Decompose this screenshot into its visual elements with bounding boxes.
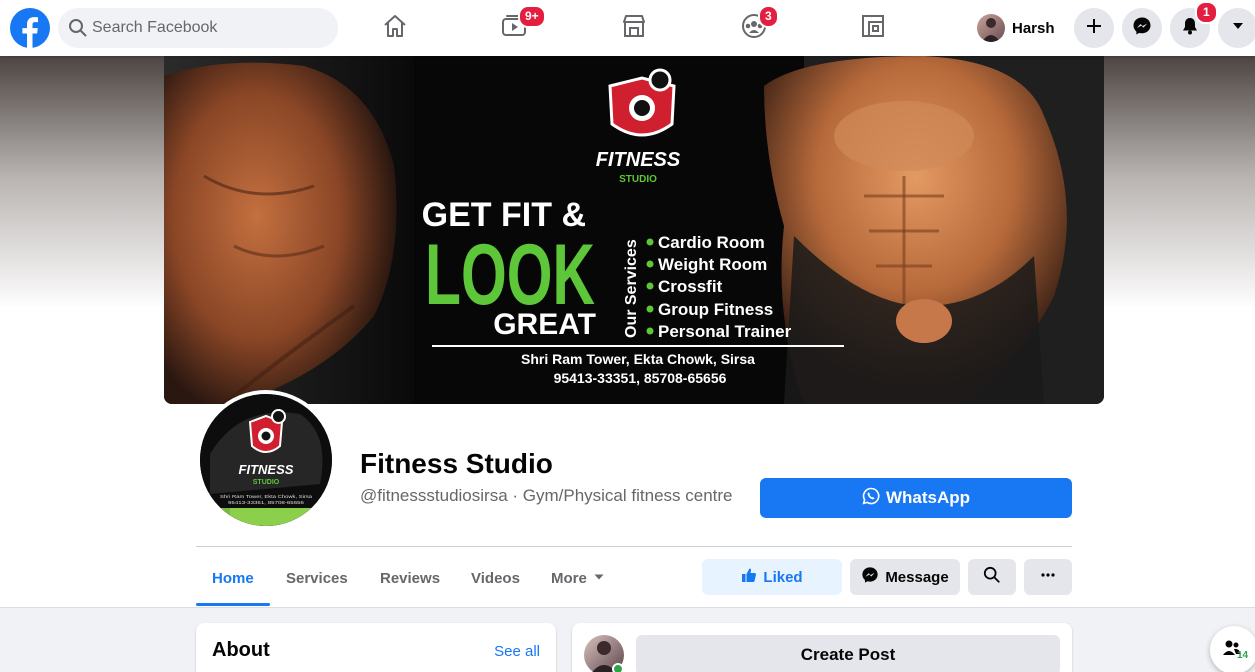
- page-profile-picture[interactable]: FITNESS STUDIO Shri Ram Tower, Ekta Chow…: [196, 390, 336, 530]
- cover-service-item: Cardio Room: [658, 233, 765, 252]
- create-post-card: Create Post: [572, 623, 1072, 672]
- plus-icon: [1084, 16, 1104, 41]
- facebook-logo-icon[interactable]: [10, 8, 50, 48]
- home-icon: [381, 12, 409, 45]
- tab-reviews[interactable]: Reviews: [380, 560, 440, 596]
- see-all-link[interactable]: See all: [494, 643, 540, 660]
- active-tab-indicator: [196, 603, 270, 606]
- page-subtitle: @fitnessstudiosirsa · Gym/Physical fitne…: [360, 486, 733, 505]
- notifications-badge: 1: [1195, 1, 1218, 24]
- search-box[interactable]: [58, 8, 338, 48]
- about-card: About See all: [196, 623, 556, 672]
- nav-home[interactable]: [339, 8, 451, 48]
- messenger-icon: [1132, 16, 1152, 41]
- nav-watch[interactable]: [458, 8, 570, 48]
- header-divider: [196, 546, 1072, 547]
- liked-label: Liked: [763, 568, 803, 586]
- top-navigation-bar: 9+ 3 Harsh 1: [0, 0, 1255, 56]
- search-icon: [68, 18, 88, 43]
- avatar-brand-name: FITNESS: [239, 462, 294, 477]
- cover-address: Shri Ram Tower, Ekta Chowk, Sirsa: [521, 351, 755, 367]
- search-icon: [983, 566, 1001, 588]
- cover-brand-sub: STUDIO: [619, 174, 657, 185]
- create-button[interactable]: [1074, 8, 1114, 48]
- avatar: [977, 14, 1005, 42]
- cover-services-label: Our Services: [623, 239, 640, 338]
- cover-photo[interactable]: FITNESS STUDIO GET FIT & LOOK GREAT Our …: [164, 56, 1104, 404]
- caret-down-icon: [1230, 18, 1246, 39]
- cover-phones: 95413-33351, 85708-65656: [554, 370, 727, 386]
- more-options-button[interactable]: [1024, 559, 1072, 595]
- tab-more-label: More: [551, 569, 587, 587]
- user-name: Harsh: [1012, 19, 1055, 37]
- profile-shortcut[interactable]: Harsh: [972, 10, 1063, 46]
- message-button[interactable]: Message: [850, 559, 960, 595]
- watch-badge: 9+: [518, 5, 546, 28]
- contacts-button[interactable]: 14: [1210, 626, 1255, 672]
- page-title: Fitness Studio: [360, 448, 553, 479]
- message-label: Message: [885, 568, 949, 586]
- header-bottom-border: [0, 607, 1255, 608]
- avatar-phones: 95413-33351, 85708-65656: [228, 500, 305, 505]
- gaming-icon: [859, 12, 887, 45]
- contacts-count: 14: [1237, 650, 1249, 661]
- cover-service-item: Personal Trainer: [658, 322, 792, 341]
- tab-more[interactable]: More: [551, 560, 605, 596]
- cover-service-item: Weight Room: [658, 255, 767, 274]
- nav-marketplace[interactable]: [578, 8, 690, 48]
- create-post-button[interactable]: Create Post: [636, 635, 1060, 672]
- groups-badge: 3: [758, 5, 779, 28]
- messenger-button[interactable]: [1122, 8, 1162, 48]
- cover-brand-name: FITNESS: [596, 149, 681, 171]
- tab-services[interactable]: Services: [286, 560, 348, 596]
- tab-home[interactable]: Home: [212, 560, 254, 596]
- online-status-indicator: [612, 663, 624, 672]
- nav-groups[interactable]: [698, 8, 810, 48]
- caret-down-icon: [593, 570, 605, 587]
- messenger-icon: [861, 566, 879, 588]
- whatsapp-icon: [862, 487, 880, 510]
- cover-service-item: Group Fitness: [658, 300, 773, 319]
- cover-headline-3: GREAT: [493, 308, 596, 341]
- tab-videos[interactable]: Videos: [471, 560, 520, 596]
- liked-button[interactable]: Liked: [702, 559, 842, 595]
- nav-gaming[interactable]: [817, 8, 929, 48]
- marketplace-icon: [620, 12, 648, 45]
- whatsapp-button[interactable]: WhatsApp: [760, 478, 1072, 518]
- whatsapp-label: WhatsApp: [885, 488, 971, 507]
- cover-service-item: Crossfit: [658, 277, 723, 296]
- search-input[interactable]: [92, 8, 328, 48]
- avatar: FITNESS STUDIO Shri Ram Tower, Ekta Chow…: [200, 394, 332, 526]
- more-horizontal-icon: [1040, 567, 1056, 587]
- page-search-button[interactable]: [968, 559, 1016, 595]
- thumbs-up-icon: [741, 567, 757, 587]
- avatar-address: Shri Ram Tower, Ekta Chowk, Sirsa: [220, 494, 313, 499]
- about-title: About: [212, 639, 270, 661]
- avatar-brand-sub: STUDIO: [253, 479, 280, 486]
- account-menu-button[interactable]: [1218, 8, 1255, 48]
